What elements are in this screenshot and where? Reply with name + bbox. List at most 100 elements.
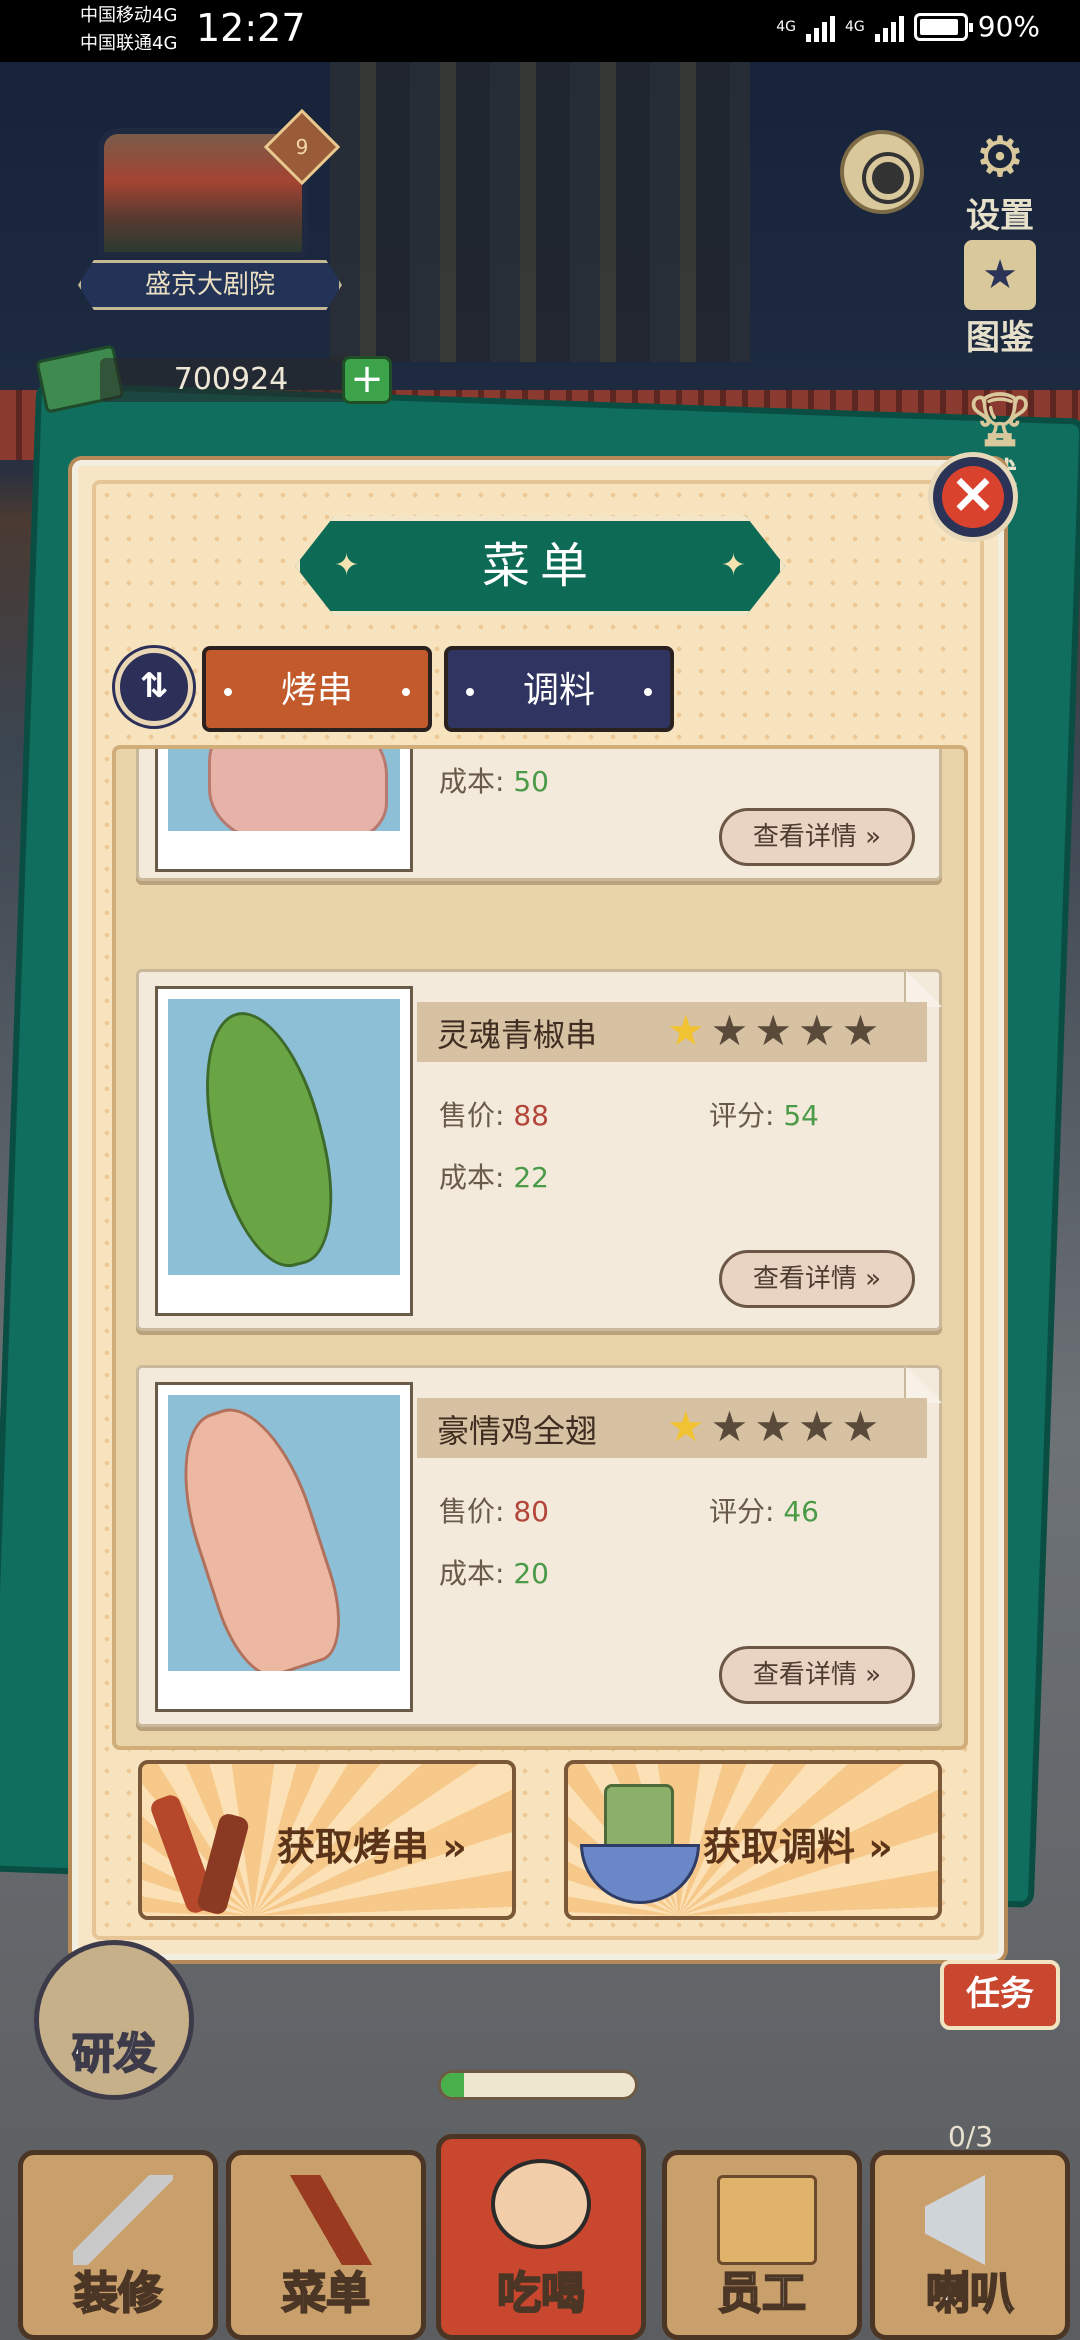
cost-label: 成本: [439,1161,505,1194]
theater-pillars [330,62,750,362]
sparkle-icon: ✦ [334,548,360,583]
status-icons: 4G 4G 90% [776,10,1040,43]
progress-fill [441,2073,465,2097]
item-price: 售价: 80 [439,1490,549,1530]
progress-bar [438,2070,638,2100]
price-value: 88 [513,1099,549,1132]
status-bar: 中国移动4G 中国联通4G 12:27 4G 4G 90% [0,0,1080,62]
item-cost: 成本: 22 [439,1156,549,1196]
eye-icon[interactable] [840,130,924,214]
item-photo-image [168,1395,400,1671]
view-details-label: 查看详情 [752,1264,857,1294]
double-chevron-icon: » [868,1825,893,1869]
signal-2-label: 4G [845,18,865,35]
signal-1-label: 4G [776,18,796,35]
gear-icon: ⚙ [974,125,1026,190]
menu-item: 成本: 50 查看详情 » [136,749,942,881]
double-chevron-icon: » [865,1660,882,1690]
item-photo [155,986,413,1316]
settings-button[interactable]: ⚙ 设置 [950,128,1050,237]
star-icon: ★ [797,1006,836,1055]
task-label: 任务 [966,1974,1034,2014]
item-photo-image [168,999,400,1275]
green-pepper-drawing [183,999,353,1275]
view-details-button[interactable]: 查看详情 » [719,1250,915,1308]
get-seasoning-button[interactable]: 获取调料 » [564,1760,942,1920]
item-score: 评分: 54 [709,1094,819,1134]
skewer-icon [281,2175,381,2265]
nav-staff-label: 员工 [717,2267,807,2320]
nav-decorate-label: 装修 [73,2267,163,2320]
star-icon: ★ [667,1006,705,1055]
tab-seasoning[interactable]: 调料 [444,646,674,732]
signal-2-icon [874,12,904,42]
item-stars: ★ ★ ★ ★ ★ [667,1404,879,1450]
get-seasoning-text: 获取调料 [703,1825,856,1869]
menu-title-banner: ✦ 菜单 ✦ [295,516,785,616]
item-cost: 成本: 50 [439,760,549,800]
carrier-2: 中国联通4G [80,33,178,54]
star-icon: ★ [797,1402,836,1451]
cost-value: 50 [513,765,549,798]
star-icon: ★ [841,1402,880,1451]
menu-title: 菜单 [481,538,598,594]
star-icon: ★ [754,1402,792,1451]
money-display: 700924 + [35,344,400,414]
tab-skewers[interactable]: 烤串 [202,646,432,732]
menu-item-list[interactable]: 成本: 50 查看详情 » 灵魂青椒串 ★ ★ ★ ★ ★ 售价: 88 评分: 54 … [112,745,968,1750]
chicken-wing-drawing [168,1395,357,1671]
skewers-icon [148,1774,274,1917]
score-value: 54 [783,1099,819,1132]
nav-menu[interactable]: 菜单 [226,2150,426,2340]
location-card[interactable]: 9 盛京大剧院 [70,108,350,315]
battery-level: 90% [977,10,1040,43]
staff-file-icon [717,2175,817,2265]
nav-staff[interactable]: 员工 [662,2150,862,2340]
score-label: 评分: [709,1099,775,1132]
settings-label: 设置 [966,196,1034,236]
view-details-button[interactable]: 查看详情 » [719,1646,915,1704]
carrier-info: 中国移动4G 中国联通4G [80,2,177,58]
location-name: 盛京大剧院 [78,260,342,310]
view-details-button[interactable]: 查看详情 » [719,808,915,866]
star-book-icon: ★ [964,240,1036,310]
score-value: 46 [783,1495,819,1528]
get-skewers-text: 获取烤串 [277,1825,430,1869]
add-money-button[interactable]: + [342,356,392,404]
item-photo [155,1382,413,1712]
menu-item: 豪情鸡全翅 ★ ★ ★ ★ ★ 售价: 80 评分: 46 成本: 20 查看详情 » [136,1365,942,1727]
nav-eat-drink-label: 吃喝 [496,2267,586,2320]
hammer-saw-icon [73,2175,173,2265]
nav-eat-drink[interactable]: 吃喝 [436,2134,646,2340]
item-photo-image [168,749,400,831]
nav-menu-label: 菜单 [281,2267,371,2320]
get-skewers-label: 获取烤串 » [277,1816,467,1871]
close-button[interactable]: × [928,452,1018,542]
item-name: 豪情鸡全翅 [437,1412,598,1450]
nav-horn[interactable]: 喇叭 [870,2150,1070,2340]
bottom-nav: 装修 菜单 吃喝 员工 喇叭 [0,2134,1080,2340]
star-icon: ★ [710,1402,749,1451]
nav-decorate[interactable]: 装修 [18,2150,218,2340]
signal-1-icon [806,12,835,42]
cost-value: 20 [513,1557,549,1590]
meat-drawing [208,749,388,831]
double-chevron-icon: » [865,822,882,852]
location-level: 9 [295,135,309,159]
double-chevron-icon: » [442,1825,467,1869]
price-value: 80 [513,1495,549,1528]
item-price: 售价: 88 [439,1094,549,1134]
collection-button[interactable]: ★ 图鉴 [950,240,1050,359]
get-skewers-button[interactable]: 获取烤串 » [138,1760,516,1920]
score-label: 评分: [709,1495,775,1528]
battery-icon [913,12,973,41]
price-label: 售价: [439,1099,505,1132]
money-amount: 700924 [100,358,362,402]
sparkle-icon: ✦ [720,548,746,583]
sort-button[interactable]: ⇅ [115,648,193,726]
research-button[interactable]: 研发 [34,1940,194,2100]
close-icon: × [949,461,997,526]
task-button[interactable]: 任务 [940,1960,1060,2030]
trophy-icon: 🏆︎ [966,390,1033,450]
item-score: 评分: 46 [709,1490,819,1530]
